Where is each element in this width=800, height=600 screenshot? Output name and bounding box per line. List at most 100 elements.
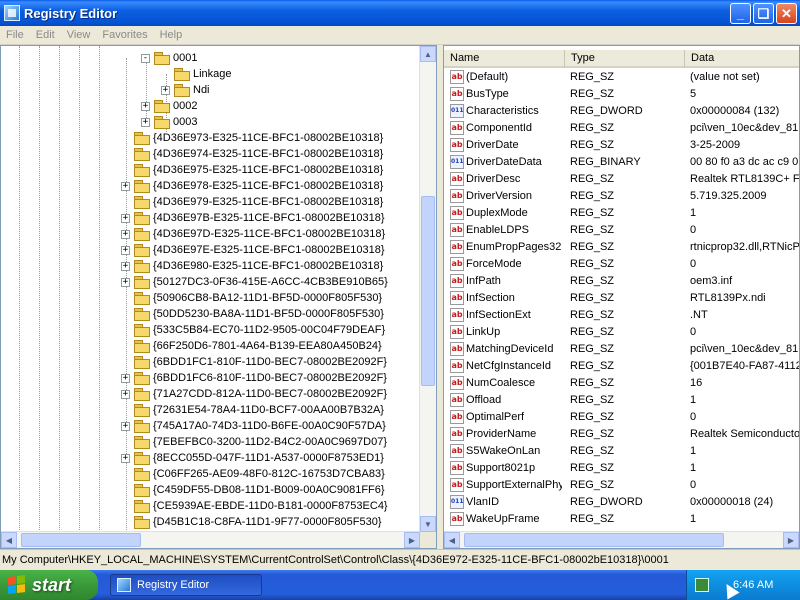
expand-plus-icon[interactable]: +	[121, 261, 130, 271]
registry-tree-pane[interactable]: -0001 Linkage + Ndi +0002 +0003 {4D36E973-E325…	[0, 45, 437, 549]
list-row[interactable]: ab LinkUp REG_SZ 0	[444, 324, 799, 341]
tree-horizontal-scrollbar[interactable]: ◀ ▶	[1, 531, 420, 548]
tree-node[interactable]: {D45B1C18-C8FA-11D1-9F77-0000F805F530}	[121, 514, 382, 530]
list-row[interactable]: ab NumCoalesce REG_SZ 16	[444, 375, 799, 392]
scroll-thumb[interactable]	[421, 196, 435, 386]
tree-node[interactable]: {4D36E975-E325-11CE-BFC1-08002BE10318}	[121, 162, 383, 178]
list-horizontal-scrollbar[interactable]: ◀ ▶	[444, 531, 799, 548]
menu-file[interactable]: File	[0, 29, 30, 41]
tree-node[interactable]: + {50127DC3-0F36-415E-A6CC-4CB3BE910B65}	[121, 274, 388, 290]
list-row[interactable]: ab Offload REG_SZ 1	[444, 392, 799, 409]
expand-plus-icon[interactable]: +	[121, 229, 130, 239]
list-row[interactable]: ab ComponentId REG_SZ pci\ven_10ec&dev_81	[444, 120, 799, 137]
menu-favorites[interactable]: Favorites	[96, 29, 153, 41]
tree-vertical-scrollbar[interactable]: ▲ ▼	[419, 46, 436, 532]
network-icon[interactable]	[695, 578, 709, 592]
tree-node[interactable]: {533C5B84-EC70-11D2-9505-00C04F79DEAF}	[121, 322, 385, 338]
expand-plus-icon[interactable]: +	[121, 181, 130, 191]
tree-node[interactable]: + Ndi	[161, 82, 210, 98]
list-row[interactable]: ab OptimalPerf REG_SZ 0	[444, 409, 799, 426]
list-row[interactable]: ab InfSectionExt REG_SZ .NT	[444, 307, 799, 324]
list-row[interactable]: ab ProviderName REG_SZ Realtek Semiconducto…	[444, 426, 799, 443]
column-header-data[interactable]: Data	[685, 50, 799, 68]
tree-node[interactable]: {50DD5230-BA8A-11D1-BF5D-0000F805F530}	[121, 306, 384, 322]
tree-node[interactable]: {72631E54-78A4-11D0-BCF7-00AA00B7B32A}	[121, 402, 384, 418]
list-row[interactable]: ab EnumPropPages32 REG_SZ rtnicprop32.dll,R…	[444, 239, 799, 256]
tree-node[interactable]: {4D36E979-E325-11CE-BFC1-08002BE10318}	[121, 194, 383, 210]
list-row[interactable]: ab InfSection REG_SZ RTL8139Px.ndi	[444, 290, 799, 307]
column-header-name[interactable]: Name	[444, 50, 565, 68]
list-row[interactable]: 011 Characteristics REG_DWORD 0x00000084 (1…	[444, 103, 799, 120]
collapse-minus-icon[interactable]: -	[141, 53, 150, 63]
expand-plus-icon[interactable]: +	[121, 373, 130, 383]
list-row[interactable]: ab SupportExternalPhy REG_SZ 0	[444, 477, 799, 494]
tree-node[interactable]: {7EBEFBC0-3200-11D2-B4C2-00A0C9697D07}	[121, 434, 387, 450]
scroll-left-arrow-icon[interactable]: ◀	[1, 532, 17, 548]
expand-plus-icon[interactable]: +	[141, 101, 150, 111]
list-row[interactable]: 011 VlanID REG_DWORD 0x00000018 (24)	[444, 494, 799, 511]
tree-node[interactable]: + {745A17A0-74D3-11D0-B6FE-00A0C90F57DA}	[121, 418, 386, 434]
tree-node[interactable]: {50906CB8-BA12-11D1-BF5D-0000F805F530}	[121, 290, 382, 306]
menu-view[interactable]: View	[61, 29, 97, 41]
list-row[interactable]: ab S5WakeOnLan REG_SZ 1	[444, 443, 799, 460]
tree-node[interactable]: +0003	[141, 114, 197, 130]
tree-node[interactable]: {4D36E974-E325-11CE-BFC1-08002BE10318}	[121, 146, 383, 162]
tree-node[interactable]: {4D36E973-E325-11CE-BFC1-08002BE10318}	[121, 130, 383, 146]
list-row[interactable]: ab EnableLDPS REG_SZ 0	[444, 222, 799, 239]
tree-node[interactable]: + {8ECC055D-047F-11D1-A537-0000F8753ED1}	[121, 450, 384, 466]
tree-node[interactable]: + {4D36E97D-E325-11CE-BFC1-08002BE10318}	[121, 226, 385, 242]
list-row[interactable]: ab InfPath REG_SZ oem3.inf	[444, 273, 799, 290]
tree-node[interactable]: + {4D36E97B-E325-11CE-BFC1-08002BE10318}	[121, 210, 385, 226]
list-row[interactable]: ab BusType REG_SZ 5	[444, 86, 799, 103]
tree-node[interactable]: + {6BDD1FC6-810F-11D0-BEC7-08002BE2092F}	[121, 370, 387, 386]
tree-node[interactable]: + {4D36E97E-E325-11CE-BFC1-08002BE10318}	[121, 242, 385, 258]
tree-node[interactable]: + {4D36E980-E325-11CE-BFC1-08002BE10318}	[121, 258, 383, 274]
minimize-button[interactable]: _	[730, 3, 751, 24]
expand-plus-icon[interactable]: +	[121, 421, 130, 431]
title-bar[interactable]: Registry Editor _ ❏ ✕	[0, 0, 800, 26]
tree-node[interactable]: {6BDD1FC1-810F-11D0-BEC7-08002BE2092F}	[121, 354, 387, 370]
menu-edit[interactable]: Edit	[30, 29, 61, 41]
close-button[interactable]: ✕	[776, 3, 797, 24]
clock[interactable]: 6:46 AM	[733, 579, 773, 591]
column-header-type[interactable]: Type	[565, 50, 685, 68]
tree-node[interactable]: + {71A27CDD-812A-11D0-BEC7-08002BE2092F}	[121, 386, 387, 402]
list-row[interactable]: ab NetCfgInstanceId REG_SZ {001B7E40-FA87-4…	[444, 358, 799, 375]
tree-node[interactable]: {C459DF55-DB08-11D1-B009-00A0C9081FF6}	[121, 482, 385, 498]
tree-node[interactable]: + {4D36E978-E325-11CE-BFC1-08002BE10318}	[121, 178, 383, 194]
list-row[interactable]: ab DriverDate REG_SZ 3-25-2009	[444, 137, 799, 154]
list-row[interactable]: ab DriverVersion REG_SZ 5.719.325.2009	[444, 188, 799, 205]
values-list-pane[interactable]: Name Type Data ab (Default) REG_SZ (value n…	[443, 45, 800, 549]
menu-help[interactable]: Help	[154, 29, 189, 41]
expand-plus-icon[interactable]: +	[121, 245, 130, 255]
tree-node[interactable]: {CE5939AE-EBDE-11D0-B181-0000F8753EC4}	[121, 498, 388, 514]
expand-plus-icon[interactable]: +	[121, 277, 130, 287]
scroll-thumb[interactable]	[21, 533, 141, 547]
scroll-right-arrow-icon[interactable]: ▶	[783, 532, 799, 548]
expand-plus-icon[interactable]: +	[161, 85, 170, 95]
expand-plus-icon[interactable]: +	[121, 213, 130, 223]
expand-plus-icon[interactable]: +	[121, 389, 130, 399]
list-row[interactable]: ab (Default) REG_SZ (value not set)	[444, 69, 799, 86]
tree-node[interactable]: {C06FF265-AE09-48F0-812C-16753D7CBA83}	[121, 466, 385, 482]
maximize-button[interactable]: ❏	[753, 3, 774, 24]
scroll-up-arrow-icon[interactable]: ▲	[420, 46, 436, 62]
scroll-right-arrow-icon[interactable]: ▶	[404, 532, 420, 548]
expand-plus-icon[interactable]: +	[141, 117, 150, 127]
list-row[interactable]: ab MatchingDeviceId REG_SZ pci\ven_10ec&dev…	[444, 341, 799, 358]
list-row[interactable]: 011 DriverDateData REG_BINARY 00 80 f0 a3 d…	[444, 154, 799, 171]
tree-node[interactable]: {66F250D6-7801-4A64-B139-EEA80A450B24}	[121, 338, 382, 354]
start-button[interactable]: start	[0, 570, 98, 600]
list-row[interactable]: ab ForceMode REG_SZ 0	[444, 256, 799, 273]
scroll-left-arrow-icon[interactable]: ◀	[444, 532, 460, 548]
list-row[interactable]: ab DriverDesc REG_SZ Realtek RTL8139C+ Fa	[444, 171, 799, 188]
taskbar-registry-editor-button[interactable]: Registry Editor	[110, 574, 262, 596]
tree-node[interactable]: - 0001	[141, 50, 197, 66]
tree-node[interactable]: Linkage	[161, 66, 232, 82]
list-row[interactable]: ab DuplexMode REG_SZ 1	[444, 205, 799, 222]
expand-plus-icon[interactable]: +	[121, 453, 130, 463]
list-row[interactable]: ab Support8021p REG_SZ 1	[444, 460, 799, 477]
tree-node[interactable]: +0002	[141, 98, 197, 114]
scroll-down-arrow-icon[interactable]: ▼	[420, 516, 436, 532]
list-row[interactable]: ab WakeUpFrame REG_SZ 1	[444, 511, 799, 528]
